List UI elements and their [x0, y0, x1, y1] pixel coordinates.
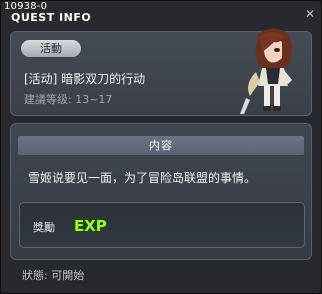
quest-summary-panel: 活動 [活动] 暗影双刀的行动 建議等级: 13~17	[10, 28, 312, 116]
close-icon: ✕	[304, 7, 316, 21]
quest-recommended-level: 建議等级: 13~17	[24, 93, 113, 106]
window-title: QUEST INFO	[11, 11, 92, 24]
close-button[interactable]: ✕	[303, 7, 317, 21]
quest-info-window: 10938-0 QUEST INFO ✕ 活動 [活动] 暗影双刀的行动 建議等…	[0, 0, 322, 294]
quest-description: 雪姬说要见一面，为了冒险岛联盟的事情。	[28, 171, 257, 185]
quest-name: [活动] 暗影双刀的行动	[24, 72, 146, 86]
quest-status: 狀態: 可開始	[22, 269, 85, 282]
content-header: 内容	[18, 136, 304, 155]
svg-text:EXP: EXP	[74, 217, 107, 235]
quest-content-panel: 内容 雪姬说要见一面，为了冒险岛联盟的事情。 獎勵 EXP EXP	[10, 123, 312, 260]
reward-label: 獎勵	[33, 221, 55, 234]
npc-portrait-icon	[240, 28, 292, 114]
reward-box: 獎勵 EXP EXP	[19, 202, 305, 248]
quest-type-badge: 活動	[21, 40, 81, 57]
exp-reward-icon: EXP EXP	[73, 216, 109, 237]
